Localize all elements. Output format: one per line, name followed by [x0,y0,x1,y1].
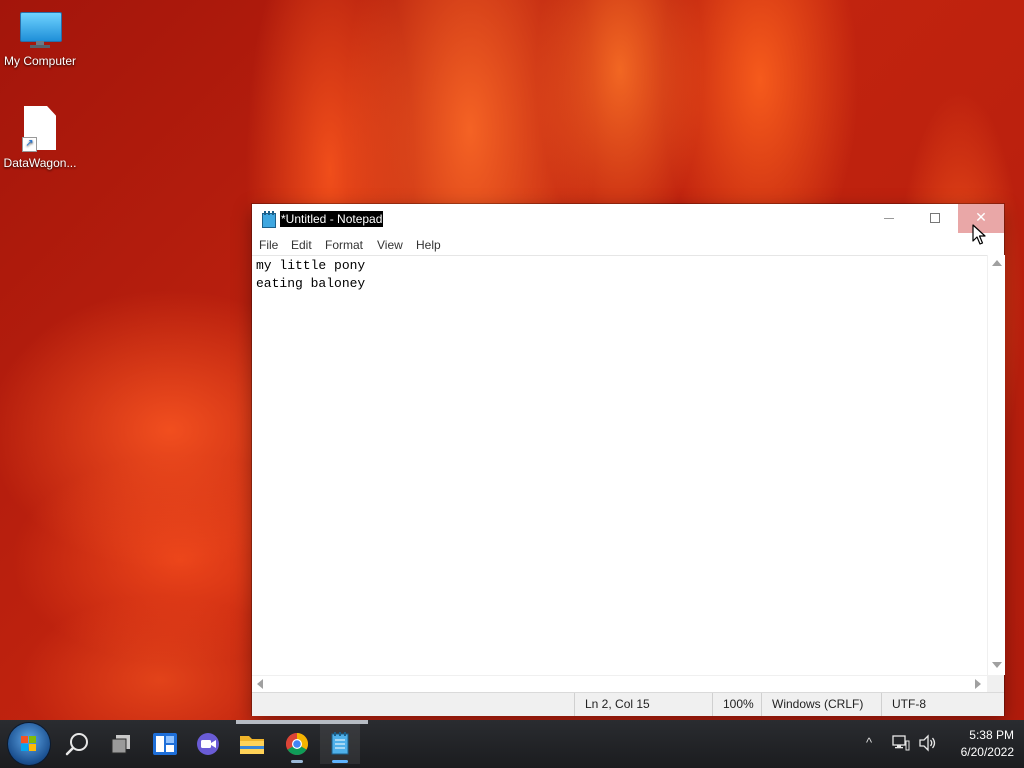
status-cursor-position: Ln 2, Col 15 [574,693,713,716]
mouse-cursor-icon [972,224,986,245]
clock-date[interactable]: 6/20/2022 [944,745,1014,759]
menu-bar: File Edit Format View Help [252,233,1004,255]
taskbar-chrome-button[interactable] [277,724,317,764]
desktop-icon-label: My Computer [3,54,77,68]
window-title: *Untitled - Notepad [280,211,384,227]
taskbar-notepad-button[interactable] [320,724,360,764]
minimize-button[interactable] [866,204,912,233]
notepad-app-icon [261,211,276,228]
notepad-icon [331,732,349,755]
running-indicator [291,760,303,763]
scroll-down-arrow-icon[interactable] [992,662,1002,668]
desktop-icon-my-computer[interactable]: My Computer [0,10,80,68]
running-indicator [332,760,348,763]
network-icon[interactable] [892,735,910,751]
notepad-window[interactable]: *Untitled - Notepad ✕ File Edit Format V… [252,204,1005,716]
menu-help[interactable]: Help [416,237,441,253]
desktop-icon-label: DataWagon... [3,156,77,170]
menu-format[interactable]: Format [325,237,363,253]
taskbar-search-button[interactable] [57,724,97,764]
scroll-up-arrow-icon[interactable] [992,260,1002,266]
windows-logo-icon [21,736,37,752]
title-bar[interactable]: *Untitled - Notepad ✕ [252,204,1004,233]
file-shortcut-icon: ↗ [22,106,58,152]
text-editor[interactable]: my little pony eating baloney [252,255,987,676]
taskbar-file-explorer-button[interactable] [232,724,272,764]
chrome-icon [286,733,308,755]
desktop-icon-datawagon[interactable]: ↗ DataWagon... [0,106,80,170]
text-line: eating baloney [256,276,366,291]
status-line-ending: Windows (CRLF) [761,693,882,716]
search-icon [65,733,88,756]
status-encoding: UTF-8 [881,693,1002,716]
clock-time[interactable]: 5:38 PM [944,728,1014,742]
show-hidden-icons-chevron-icon[interactable]: ^ [866,735,872,750]
status-bar: Ln 2, Col 15 100% Windows (CRLF) UTF-8 [252,692,1004,716]
minimize-icon [884,218,894,219]
menu-edit[interactable]: Edit [291,237,312,253]
file-explorer-icon [240,736,264,754]
maximize-icon [930,213,940,223]
task-view-icon [111,735,130,754]
scroll-left-arrow-icon[interactable] [257,679,263,689]
taskbar-widgets-button[interactable] [145,724,185,764]
text-line: my little pony [256,258,366,273]
volume-icon[interactable] [918,734,938,752]
taskbar-task-view-button[interactable] [102,724,142,764]
vertical-scrollbar[interactable] [987,255,1005,675]
start-button[interactable] [8,723,50,765]
status-zoom: 100% [712,693,763,716]
scrollbar-corner [987,675,1004,692]
horizontal-scrollbar[interactable] [252,675,987,693]
taskbar-meet-button[interactable] [188,724,228,764]
menu-view[interactable]: View [377,237,403,253]
widgets-icon [153,733,177,755]
menu-file[interactable]: File [259,237,278,253]
meet-icon [197,733,219,755]
system-tray: ^ 5:38 PM 6/20/2022 [860,720,1024,768]
maximize-button[interactable] [912,204,958,233]
scroll-right-arrow-icon[interactable] [975,679,981,689]
computer-icon [18,10,62,50]
